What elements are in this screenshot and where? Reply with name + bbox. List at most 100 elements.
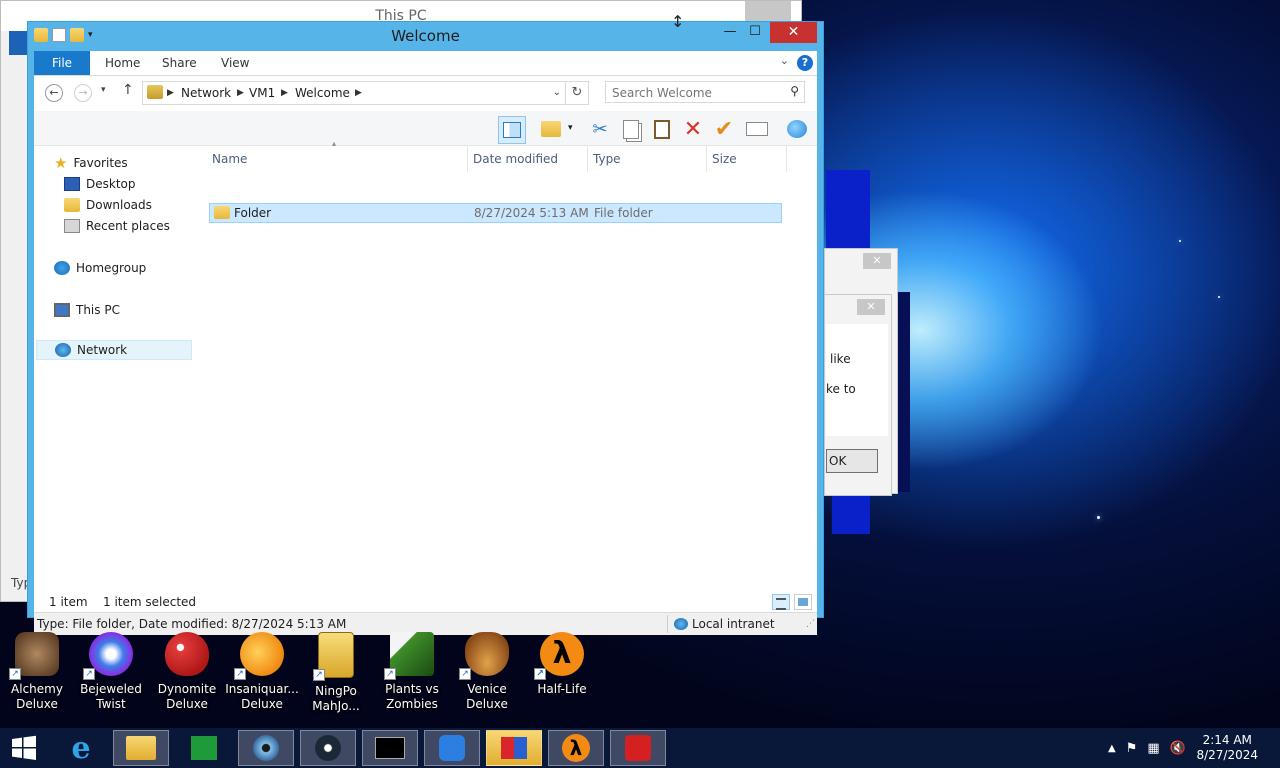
recent-locations-chevron-icon[interactable]: ▾ bbox=[101, 85, 106, 95]
column-header-name[interactable]: Name bbox=[212, 146, 247, 172]
tab-home[interactable]: Home bbox=[105, 51, 140, 75]
desktop-icon-insaniquarium-deluxe[interactable]: ↗ Insaniquar... Deluxe bbox=[224, 628, 300, 712]
maximize-button[interactable]: ☐ bbox=[743, 22, 767, 43]
desktop-icon-venice-deluxe[interactable]: ↗ Venice Deluxe bbox=[449, 628, 525, 712]
column-divider[interactable] bbox=[467, 146, 468, 172]
column-divider[interactable] bbox=[587, 146, 588, 172]
refresh-button[interactable]: ↻ bbox=[565, 81, 589, 105]
start-button[interactable] bbox=[0, 730, 48, 766]
large-icons-view-button[interactable] bbox=[794, 594, 812, 610]
forward-button[interactable]: → bbox=[74, 84, 92, 102]
new-item-chevron-icon[interactable]: ▾ bbox=[568, 123, 573, 133]
ok-button[interactable]: OK bbox=[826, 449, 878, 473]
breadcrumb-separator-icon[interactable]: ▶ bbox=[167, 82, 174, 104]
new-folder-button[interactable] bbox=[538, 116, 564, 142]
nav-desktop[interactable]: Desktop bbox=[64, 174, 136, 194]
breadcrumb-welcome[interactable]: Welcome bbox=[295, 82, 350, 104]
taskbar-app-blue[interactable] bbox=[424, 730, 480, 766]
taskbar-internet-explorer[interactable]: e bbox=[53, 730, 109, 766]
up-button[interactable]: ↑ bbox=[122, 82, 134, 98]
clock-date: 8/27/2024 bbox=[1196, 748, 1258, 762]
background-window-close-button[interactable] bbox=[745, 1, 791, 21]
desktop-icon-label: Deluxe bbox=[166, 697, 208, 711]
address-dropdown-chevron-icon[interactable]: ⌄ bbox=[553, 82, 561, 104]
close-button[interactable]: ✕ bbox=[770, 22, 817, 43]
rename-button[interactable]: ✔ bbox=[711, 116, 737, 142]
shortcut-arrow-icon: ↗ bbox=[313, 669, 325, 681]
breadcrumb-network[interactable]: Network bbox=[181, 82, 231, 104]
taskbar-app-red[interactable] bbox=[610, 730, 666, 766]
dialog-close-button[interactable]: ✕ bbox=[857, 299, 885, 315]
dialog-back-close-button[interactable]: ✕ bbox=[863, 253, 891, 269]
desktop-icon-plants-vs-zombies[interactable]: ↗ Plants vs Zombies bbox=[374, 628, 450, 712]
expand-ribbon-button[interactable]: ⌄ bbox=[780, 54, 789, 67]
details-view-button[interactable] bbox=[772, 594, 790, 610]
large-icons-view-icon bbox=[798, 598, 808, 606]
desktop-icon-bejeweled-twist[interactable]: ↗ Bejeweled Twist bbox=[73, 628, 149, 712]
action-center-flag-icon[interactable]: ⚑ bbox=[1126, 741, 1138, 756]
title-bar[interactable]: ▾ Welcome — ☐ ✕ bbox=[28, 22, 823, 51]
clock[interactable]: 2:14 AM 8/27/2024 bbox=[1196, 733, 1258, 763]
column-header-date[interactable]: Date modified bbox=[473, 146, 558, 172]
taskbar-command-prompt[interactable] bbox=[362, 730, 418, 766]
help-button[interactable]: ? bbox=[797, 55, 813, 71]
paste-button[interactable] bbox=[649, 116, 675, 142]
clipboard-icon bbox=[654, 119, 670, 139]
tab-view[interactable]: View bbox=[221, 51, 249, 75]
column-divider[interactable] bbox=[706, 146, 707, 172]
star bbox=[1097, 516, 1100, 519]
desktop-icon-alchemy-deluxe[interactable]: ↗ Alchemy Deluxe bbox=[0, 628, 75, 712]
search-input[interactable] bbox=[606, 82, 784, 104]
show-hidden-icons-chevron-icon[interactable]: ▲ bbox=[1108, 743, 1116, 754]
breadcrumb-separator-icon[interactable]: ▶ bbox=[355, 82, 362, 104]
back-button[interactable]: ← bbox=[45, 84, 63, 102]
nav-homegroup[interactable]: Homegroup bbox=[54, 258, 146, 278]
nav-downloads[interactable]: Downloads bbox=[64, 195, 152, 215]
breadcrumb-separator-icon[interactable]: ▶ bbox=[237, 82, 244, 104]
tab-share[interactable]: Share bbox=[162, 51, 197, 75]
taskbar-steam[interactable] bbox=[300, 730, 356, 766]
file-row[interactable]: Folder 8/27/2024 5:13 AM File folder bbox=[209, 203, 782, 223]
desktop-icon-label: Venice bbox=[467, 682, 507, 696]
taskbar-file-explorer[interactable] bbox=[113, 730, 169, 766]
search-icon[interactable]: ⚲ bbox=[790, 84, 799, 98]
plants-vs-zombies-icon: ↗ bbox=[384, 632, 434, 680]
network-status-icon[interactable]: ▦ bbox=[1147, 741, 1159, 756]
taskbar-half-life[interactable]: λ bbox=[548, 730, 604, 766]
steam-icon bbox=[315, 735, 341, 761]
nav-this-pc[interactable]: This PC bbox=[54, 300, 120, 320]
sort-up-icon: ▴ bbox=[332, 139, 337, 148]
copy-button[interactable] bbox=[618, 116, 644, 142]
volume-muted-icon[interactable]: 🔇 bbox=[1170, 741, 1186, 756]
taskbar-app-eye[interactable] bbox=[238, 730, 294, 766]
breadcrumb-separator-icon[interactable]: ▶ bbox=[281, 82, 288, 104]
column-divider[interactable] bbox=[786, 146, 787, 172]
resize-grip-icon[interactable]: ⋰ bbox=[806, 613, 815, 635]
tab-file[interactable]: File bbox=[34, 51, 90, 75]
blue-block bbox=[826, 170, 870, 248]
address-bar[interactable]: ▶ Network ▶ VM1 ▶ Welcome ▶ ⌄ bbox=[142, 81, 566, 105]
delete-button[interactable]: ✕ bbox=[680, 116, 706, 142]
eye-globe-icon bbox=[253, 735, 279, 761]
desktop-icon-ningpo-mahjong[interactable]: ↗ NingPo MahJo... bbox=[298, 628, 374, 714]
shortcut-arrow-icon: ↗ bbox=[83, 668, 95, 680]
nav-network[interactable]: Network bbox=[36, 340, 192, 360]
column-header-size[interactable]: Size bbox=[712, 146, 737, 172]
nav-recent-places[interactable]: Recent places bbox=[64, 216, 170, 236]
desktop-icon-dynomite-deluxe[interactable]: Dynomite Deluxe bbox=[149, 628, 225, 712]
taskbar-store[interactable] bbox=[176, 730, 232, 766]
preview-pane-button[interactable] bbox=[498, 116, 526, 144]
ribbon-tabs: File Home Share View ⌄ ? bbox=[34, 51, 817, 76]
options-button[interactable] bbox=[784, 116, 810, 142]
search-box[interactable]: ⚲ bbox=[605, 81, 805, 104]
taskbar-app-shapes[interactable] bbox=[486, 730, 542, 766]
breadcrumb-vm1[interactable]: VM1 bbox=[249, 82, 275, 104]
column-header-type[interactable]: Type bbox=[593, 146, 621, 172]
nav-favorites[interactable]: ★ Favorites bbox=[54, 153, 128, 173]
properties-button[interactable] bbox=[744, 116, 770, 142]
blue-block bbox=[897, 292, 910, 492]
desktop-icon-half-life[interactable]: λ ↗ Half-Life bbox=[524, 628, 600, 697]
cut-button[interactable]: ✂ bbox=[587, 116, 613, 142]
desktop-icon-label: Plants vs bbox=[385, 682, 439, 696]
minimize-button[interactable]: — bbox=[717, 22, 743, 43]
